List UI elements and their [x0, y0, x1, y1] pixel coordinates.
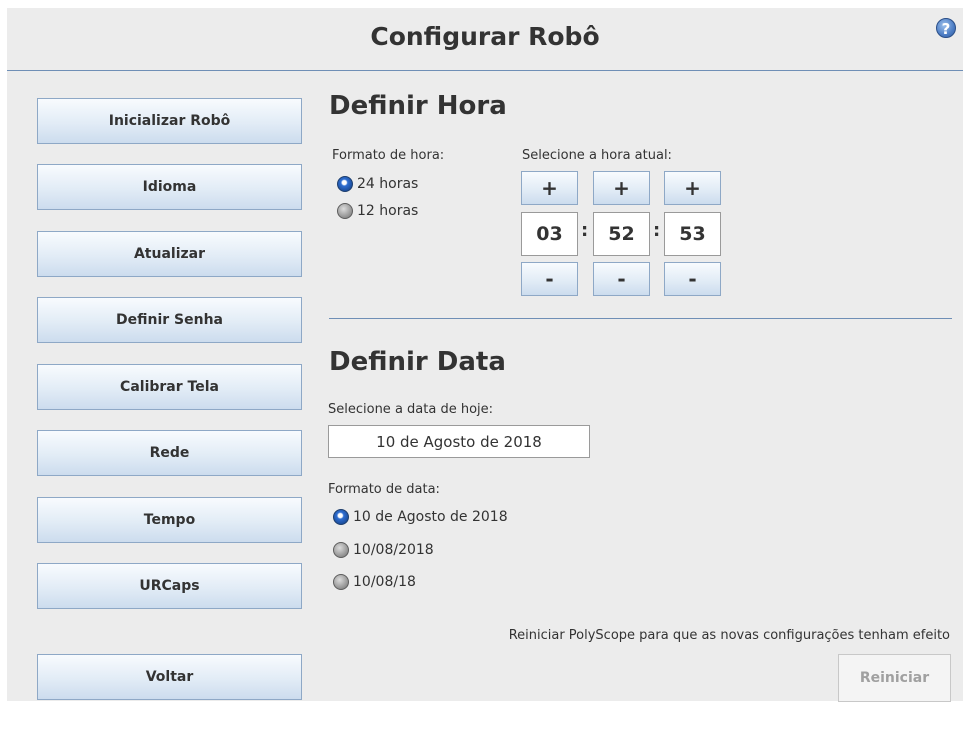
radio-date-full[interactable] — [333, 542, 349, 558]
time-separator: : — [581, 220, 589, 241]
header-divider — [7, 70, 963, 71]
minute-field[interactable]: 52 — [593, 212, 650, 256]
radio-date-short[interactable] — [333, 574, 349, 590]
radio-date-full-label: 10/08/2018 — [353, 542, 434, 558]
radio-12h[interactable] — [337, 203, 353, 219]
date-section-title: Definir Data — [329, 347, 506, 377]
hour-decrement-button[interactable]: - — [521, 262, 578, 296]
hour-field[interactable]: 03 — [521, 212, 578, 256]
date-select-label: Selecione a data de hoje: — [328, 402, 494, 417]
second-field[interactable]: 53 — [664, 212, 721, 256]
minute-decrement-button[interactable]: - — [593, 262, 650, 296]
date-format-label: Formato de data: — [328, 482, 440, 497]
second-increment-button[interactable]: + — [664, 171, 721, 205]
time-format-label: Formato de hora: — [332, 148, 445, 163]
sidebar-item-atualizar[interactable]: Atualizar — [37, 231, 302, 277]
hour-increment-button[interactable]: + — [521, 171, 578, 205]
second-decrement-button[interactable]: - — [664, 262, 721, 296]
section-divider — [329, 318, 952, 319]
radio-24h[interactable] — [337, 176, 353, 192]
time-section-title: Definir Hora — [329, 91, 507, 121]
radio-date-short-label: 10/08/18 — [353, 574, 416, 590]
page-title: Configurar Robô — [370, 22, 600, 51]
restart-button[interactable]: Reiniciar — [838, 654, 951, 702]
time-select-label: Selecione a hora atual: — [522, 148, 672, 163]
help-icon[interactable]: ? — [936, 18, 956, 38]
restart-note: Reiniciar PolyScope para que as novas co… — [508, 628, 950, 643]
radio-date-long[interactable] — [333, 509, 349, 525]
sidebar-item-inicializar-robo[interactable]: Inicializar Robô — [37, 98, 302, 144]
time-separator: : — [653, 220, 661, 241]
back-button[interactable]: Voltar — [37, 654, 302, 700]
sidebar-item-tempo[interactable]: Tempo — [37, 497, 302, 543]
radio-24h-label: 24 horas — [357, 176, 419, 192]
radio-12h-label: 12 horas — [357, 203, 419, 219]
sidebar-item-calibrar-tela[interactable]: Calibrar Tela — [37, 364, 302, 410]
sidebar-item-idioma[interactable]: Idioma — [37, 164, 302, 210]
sidebar-item-rede[interactable]: Rede — [37, 430, 302, 476]
sidebar-item-urcaps[interactable]: URCaps — [37, 563, 302, 609]
date-field[interactable]: 10 de Agosto de 2018 — [328, 425, 590, 458]
sidebar-item-definir-senha[interactable]: Definir Senha — [37, 297, 302, 343]
radio-date-long-label: 10 de Agosto de 2018 — [353, 509, 508, 525]
minute-increment-button[interactable]: + — [593, 171, 650, 205]
